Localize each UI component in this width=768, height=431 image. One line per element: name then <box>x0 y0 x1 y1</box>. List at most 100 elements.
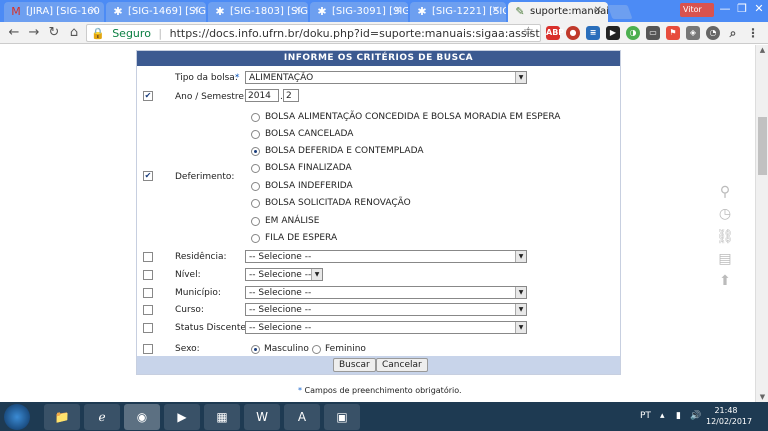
chevron-down-icon: ▼ <box>515 287 526 298</box>
extension-blue-icon[interactable]: ≡ <box>586 26 600 40</box>
deferimento-label: Deferimento: <box>175 172 235 182</box>
municipio-select[interactable]: -- Selecione -- ▼ <box>245 286 527 299</box>
extension-cast-icon[interactable]: ▭ <box>646 26 660 40</box>
winrar-icon[interactable]: ▦ <box>204 404 240 430</box>
nivel-select[interactable]: -- Selecione -- ▼ <box>245 268 323 281</box>
search-icon[interactable]: ⚲ <box>716 183 734 201</box>
close-icon[interactable]: ✕ <box>192 5 200 16</box>
tab-sig-1221[interactable]: ✱ [SIG-1221] [SIG ✕ <box>410 2 506 22</box>
cancelar-button[interactable]: Cancelar <box>376 358 428 372</box>
search-icon[interactable]: ⌕ <box>726 26 740 40</box>
menu-icon[interactable]: ⋮ <box>746 26 760 40</box>
tipo-bolsa-value: ALIMENTAÇÃO <box>249 73 314 83</box>
extension-pocket-icon[interactable]: ⚑ <box>666 26 680 40</box>
close-icon[interactable]: ✕ <box>294 5 302 16</box>
tab-sig-1803[interactable]: ✱ [SIG-1803] [SIG ✕ <box>208 2 308 22</box>
scroll-up-icon[interactable]: ▲ <box>758 46 767 54</box>
page-icon[interactable]: ▤ <box>716 250 734 268</box>
new-tab-button[interactable] <box>607 5 633 19</box>
forward-icon[interactable]: → <box>26 25 42 41</box>
link-icon[interactable]: ⛓ <box>716 228 734 246</box>
ano-semestre-label: Ano / Semestre: <box>175 92 247 102</box>
deferimento-radio-3[interactable] <box>251 164 260 173</box>
word-icon[interactable]: W <box>244 404 280 430</box>
address-bar[interactable]: 🔒 Seguro | https://docs.info.ufrn.br/dok… <box>86 24 541 42</box>
adblock-icon[interactable]: ABP <box>546 26 564 40</box>
close-icon[interactable]: ✕ <box>492 5 500 16</box>
tab-sig-3091[interactable]: ✱ [SIG-3091] [SIG ✕ <box>310 2 408 22</box>
deferimento-radio-6[interactable] <box>251 217 260 226</box>
sexo-checkbox[interactable] <box>143 344 153 354</box>
sexo-masculino-radio[interactable] <box>251 345 260 354</box>
deferimento-option-6: EM ANÁLISE <box>265 216 320 226</box>
deferimento-radio-7[interactable] <box>251 234 260 243</box>
deferimento-radio-1[interactable] <box>251 130 260 139</box>
close-icon[interactable]: ✕ <box>394 5 402 16</box>
deferimento-radio-2[interactable] <box>251 147 260 156</box>
extension-red-icon[interactable]: ● <box>566 26 580 40</box>
ie-icon[interactable]: ℯ <box>84 404 120 430</box>
chevron-down-icon: ▼ <box>311 269 322 280</box>
chrome-icon[interactable]: ◉ <box>124 404 160 430</box>
reload-icon[interactable]: ↻ <box>46 25 62 41</box>
tab-sig-1469[interactable]: ✱ [SIG-1469] [SIG ✕ <box>106 2 206 22</box>
curso-checkbox[interactable] <box>143 305 153 315</box>
deferimento-checkbox[interactable]: ✔ <box>143 171 153 181</box>
close-window-icon[interactable]: ✕ <box>752 2 766 15</box>
tipo-bolsa-select[interactable]: ALIMENTAÇÃO ▼ <box>245 71 527 84</box>
home-icon[interactable]: ⌂ <box>66 25 82 41</box>
scroll-down-icon[interactable]: ▼ <box>758 393 767 401</box>
back-icon[interactable]: ← <box>6 25 22 41</box>
search-criteria-form: INFORME OS CRITÉRIOS DE BUSCA Tipo da bo… <box>136 50 621 375</box>
tab-jira-160[interactable]: M [JIRA] [SIG-160 ✕ <box>4 2 104 22</box>
system-clock[interactable]: 21:48 12/02/2017 <box>706 405 752 427</box>
page-scrollbar[interactable]: ▲ ▼ <box>755 45 768 402</box>
maximize-icon[interactable]: ❐ <box>735 2 749 15</box>
municipio-checkbox[interactable] <box>143 288 153 298</box>
close-icon[interactable]: ✕ <box>90 5 98 16</box>
arrow-up-icon[interactable]: ⬆ <box>716 272 734 290</box>
start-button[interactable] <box>4 404 30 430</box>
explorer-icon[interactable]: 📁 <box>44 404 80 430</box>
history-icon[interactable]: ◷ <box>716 205 734 223</box>
sexo-masculino-label: Masculino <box>264 344 309 354</box>
ano-semestre-checkbox[interactable]: ✔ <box>143 91 153 101</box>
deferimento-radio-4[interactable] <box>251 182 260 191</box>
chevron-down-icon: ▼ <box>515 251 526 262</box>
deferimento-option-2: BOLSA DEFERIDA E CONTEMPLADA <box>265 146 424 156</box>
extension-clapper-icon[interactable]: ▶ <box>606 26 620 40</box>
status-discente-checkbox[interactable] <box>143 323 153 333</box>
sexo-feminino-radio[interactable] <box>312 345 321 354</box>
extension-green-icon[interactable]: ◑ <box>626 26 640 40</box>
form-footer: Buscar Cancelar <box>137 356 620 374</box>
semestre-input[interactable]: 2 <box>283 89 299 102</box>
curso-select[interactable]: -- Selecione -- ▼ <box>245 303 527 316</box>
deferimento-radio-0[interactable] <box>251 113 260 122</box>
media-player-icon[interactable]: ▶ <box>164 404 200 430</box>
residencia-select[interactable]: -- Selecione -- ▼ <box>245 250 527 263</box>
deferimento-radio-5[interactable] <box>251 199 260 208</box>
residencia-value: -- Selecione -- <box>249 252 312 262</box>
acrobat-icon[interactable]: A <box>284 404 320 430</box>
extension-circle-icon[interactable]: ◔ <box>706 26 720 40</box>
nivel-label: Nível: <box>175 270 201 280</box>
nivel-checkbox[interactable] <box>143 270 153 280</box>
buscar-button[interactable]: Buscar <box>333 358 376 372</box>
tray-arrow-icon[interactable]: ▴ <box>660 411 665 421</box>
browser-toolbar: ← → ↻ ⌂ 🔒 Seguro | https://docs.info.ufr… <box>0 22 768 44</box>
bookmark-star-icon[interactable]: ☆ <box>523 24 534 38</box>
scroll-thumb[interactable] <box>758 117 767 175</box>
language-indicator[interactable]: PT <box>640 411 651 421</box>
ano-input[interactable]: 2014 <box>245 89 279 102</box>
status-discente-select[interactable]: -- Selecione -- ▼ <box>245 321 527 334</box>
minimize-icon[interactable]: — <box>718 2 732 15</box>
profile-button[interactable]: Vitor <box>680 3 714 17</box>
network-icon[interactable]: ▮ <box>676 411 681 421</box>
residencia-checkbox[interactable] <box>143 252 153 262</box>
tab-suporte-manuais[interactable]: ✎ suporte:manuais ✕ <box>508 2 608 22</box>
terminal-icon[interactable]: ▣ <box>324 404 360 430</box>
extension-gray-icon[interactable]: ◈ <box>686 26 700 40</box>
close-icon[interactable]: ✕ <box>594 5 602 16</box>
municipio-value: -- Selecione -- <box>249 288 312 298</box>
volume-icon[interactable]: 🔊 <box>690 411 701 421</box>
